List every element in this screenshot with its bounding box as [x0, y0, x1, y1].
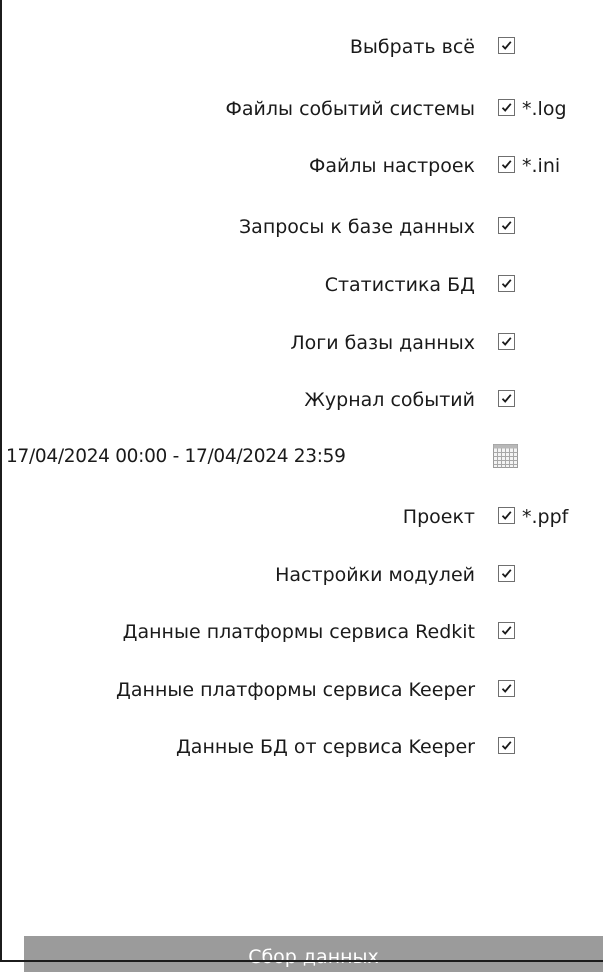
db-logs-checkbox[interactable]: [498, 333, 515, 350]
option-extension: *.ini: [522, 155, 561, 177]
option-label: Выбрать всё: [349, 36, 475, 58]
panel-border-left: [0, 0, 2, 962]
option-label: Данные БД от сервиса Keeper: [175, 736, 475, 758]
option-label: Данные платформы сервиса Redkit: [122, 621, 475, 643]
select-all-checkbox[interactable]: [498, 37, 515, 54]
option-label: Статистика БД: [324, 274, 475, 296]
keeper-platform-checkbox[interactable]: [498, 680, 515, 697]
checkmark-icon: [501, 626, 512, 635]
option-label: Проект: [402, 506, 475, 528]
option-row-system-logs: Файлы событий системы *.log: [0, 94, 603, 124]
project-checkbox[interactable]: [498, 507, 515, 524]
checkmark-icon: [501, 684, 512, 693]
option-extension: *.ppf: [522, 506, 569, 528]
option-row-event-journal: Журнал событий: [0, 385, 603, 415]
collect-data-button[interactable]: Сбор данных: [24, 936, 603, 972]
option-label: Логи базы данных: [290, 332, 475, 354]
option-row-keeper-db: Данные БД от сервиса Keeper: [0, 732, 603, 762]
checkmark-icon: [501, 741, 512, 750]
checkmark-icon: [501, 221, 512, 230]
event-journal-checkbox[interactable]: [498, 390, 515, 407]
option-label: Журнал событий: [304, 389, 475, 411]
checkmark-icon: [501, 41, 512, 50]
option-row-project: Проект *.ppf: [0, 502, 603, 532]
option-row-settings-files: Файлы настроек *.ini: [0, 151, 603, 181]
db-queries-checkbox[interactable]: [498, 217, 515, 234]
settings-files-checkbox[interactable]: [498, 156, 515, 173]
db-statistics-checkbox[interactable]: [498, 275, 515, 292]
checkmark-icon: [501, 511, 512, 520]
option-row-db-queries: Запросы к базе данных: [0, 212, 603, 242]
keeper-db-checkbox[interactable]: [498, 737, 515, 754]
option-label: Файлы событий системы: [225, 98, 475, 120]
option-row-keeper-platform: Данные платформы сервиса Keeper: [0, 675, 603, 705]
option-row-select-all: Выбрать всё: [0, 32, 603, 62]
option-label: Файлы настроек: [309, 155, 475, 177]
option-label: Настройки модулей: [275, 564, 475, 586]
option-label: Данные платформы сервиса Keeper: [116, 679, 475, 701]
system-logs-checkbox[interactable]: [498, 99, 515, 116]
option-row-db-statistics: Статистика БД: [0, 270, 603, 300]
option-label: Запросы к базе данных: [239, 216, 475, 238]
checkmark-icon: [501, 103, 512, 112]
checkmark-icon: [501, 569, 512, 578]
checkmark-icon: [501, 337, 512, 346]
module-settings-checkbox[interactable]: [498, 565, 515, 582]
option-row-redkit-platform: Данные платформы сервиса Redkit: [0, 617, 603, 647]
redkit-platform-checkbox[interactable]: [498, 622, 515, 639]
checkmark-icon: [501, 160, 512, 169]
calendar-icon[interactable]: [493, 444, 518, 468]
option-extension: *.log: [522, 98, 567, 120]
checkmark-icon: [501, 279, 512, 288]
date-range-field[interactable]: 17/04/2024 00:00 - 17/04/2024 23:59: [6, 442, 346, 472]
date-range-row: 17/04/2024 00:00 - 17/04/2024 23:59: [0, 442, 603, 472]
option-row-module-settings: Настройки модулей: [0, 560, 603, 590]
option-row-db-logs: Логи базы данных: [0, 328, 603, 358]
checkmark-icon: [501, 394, 512, 403]
